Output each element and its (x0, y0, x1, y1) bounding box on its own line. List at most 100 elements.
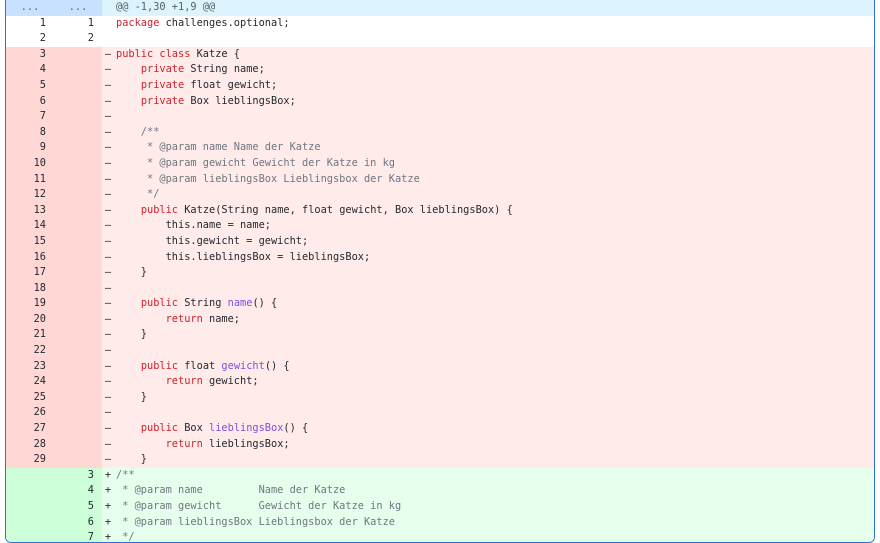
old-line-number[interactable]: 8 (6, 124, 54, 141)
old-line-number[interactable]: 4 (6, 62, 54, 78)
new-line-number[interactable] (54, 93, 102, 110)
new-line-number[interactable] (54, 389, 102, 406)
old-line-number[interactable]: 20 (6, 311, 54, 328)
old-line-number[interactable]: 2 (6, 31, 54, 47)
new-line-number[interactable] (54, 140, 102, 156)
old-line-number[interactable] (6, 530, 54, 542)
new-line-number[interactable] (54, 109, 102, 125)
context-line: 1 1 package challenges.optional; (6, 15, 874, 32)
old-line-number[interactable]: 24 (6, 374, 54, 390)
deleted-line: 7– (6, 109, 874, 125)
old-line-number[interactable]: 22 (6, 343, 54, 359)
old-line-number[interactable]: 14 (6, 218, 54, 234)
new-line-number[interactable] (54, 280, 102, 297)
old-line-number[interactable]: 16 (6, 249, 54, 266)
new-line-number[interactable]: 4 (54, 483, 102, 499)
comment-token: */ (116, 531, 135, 543)
old-line-number[interactable]: 9 (6, 140, 54, 156)
new-line-number[interactable] (54, 124, 102, 141)
new-line-number[interactable] (54, 218, 102, 234)
expand-up-button[interactable]: ... (6, 0, 54, 16)
old-line-number[interactable]: 18 (6, 280, 54, 297)
old-line-number[interactable] (6, 514, 54, 531)
comment-token: * @param name Name der Katze (116, 484, 346, 497)
old-line-number[interactable]: 3 (6, 46, 54, 63)
new-line-number[interactable] (54, 296, 102, 312)
new-line-number[interactable]: 6 (54, 514, 102, 531)
old-line-number[interactable]: 28 (6, 436, 54, 453)
diff-marker (102, 31, 114, 47)
new-line-number[interactable] (54, 452, 102, 468)
code-token: String (178, 297, 228, 310)
diff-marker: – (104, 344, 112, 357)
diff-marker: – (104, 281, 112, 294)
new-line-number[interactable] (54, 327, 102, 344)
old-line-number[interactable]: 5 (6, 77, 54, 94)
old-line-number[interactable]: 23 (6, 358, 54, 375)
expand-down-button[interactable]: ... (54, 0, 102, 16)
new-line-number[interactable] (54, 249, 102, 266)
new-line-number[interactable] (54, 436, 102, 453)
diff-marker: – (104, 94, 112, 107)
new-line-number[interactable] (54, 265, 102, 281)
old-line-number[interactable]: 15 (6, 233, 54, 250)
new-line-number[interactable]: 1 (54, 15, 102, 32)
diff-marker: – (104, 453, 112, 466)
old-line-number[interactable]: 11 (6, 171, 54, 188)
new-line-number[interactable]: 5 (54, 499, 102, 515)
old-line-number[interactable]: 13 (6, 202, 54, 219)
keyword-token: return (165, 375, 203, 388)
keyword-token: public (140, 297, 179, 310)
new-line-number[interactable]: 7 (54, 530, 102, 542)
deleted-line: 8 – /** (6, 124, 874, 141)
old-line-number[interactable]: 21 (6, 327, 54, 344)
old-line-number[interactable]: 26 (6, 405, 54, 422)
old-line-number[interactable]: 19 (6, 296, 54, 312)
added-line: 7 + */ (6, 530, 874, 543)
new-line-number[interactable] (54, 155, 102, 172)
diff-marker: – (104, 156, 112, 169)
new-line-number[interactable] (54, 77, 102, 94)
new-line-number[interactable] (54, 358, 102, 375)
old-line-number[interactable]: 1 (6, 15, 54, 32)
code-text: return name; (114, 312, 874, 328)
old-line-number[interactable] (6, 483, 54, 499)
new-line-number[interactable] (54, 46, 102, 63)
new-line-number[interactable]: 2 (54, 31, 102, 47)
new-line-number[interactable]: 3 (54, 467, 102, 484)
old-line-number[interactable] (6, 467, 54, 484)
new-line-number[interactable] (54, 311, 102, 328)
new-line-number[interactable] (54, 187, 102, 203)
old-line-number[interactable]: 17 (6, 265, 54, 281)
diff-marker: + (104, 515, 112, 528)
new-line-number[interactable] (54, 202, 102, 219)
new-line-number[interactable] (54, 62, 102, 78)
code-token: () { (264, 359, 290, 372)
new-line-number[interactable] (54, 171, 102, 188)
old-line-number[interactable] (6, 499, 54, 515)
code-text: } (114, 265, 874, 281)
diff-marker: – (104, 63, 112, 76)
old-line-number[interactable]: 6 (6, 93, 54, 110)
old-line-number[interactable]: 29 (6, 452, 54, 468)
new-line-number[interactable] (54, 421, 102, 437)
deleted-line: 22 – (6, 343, 874, 359)
old-line-number[interactable]: 27 (6, 421, 54, 437)
old-line-number[interactable]: 10 (6, 155, 54, 172)
code-token: name; (202, 312, 241, 325)
old-line-number[interactable]: 12 (6, 187, 54, 203)
code-token: () { (252, 297, 278, 310)
old-line-number[interactable]: 25 (6, 389, 54, 406)
new-line-number[interactable] (54, 343, 102, 359)
code-text: * @param gewicht Gewicht der Katze in kg (114, 156, 874, 172)
new-line-number[interactable] (54, 233, 102, 250)
deleted-line: 18 – (6, 280, 874, 297)
new-line-number[interactable] (54, 405, 102, 422)
hunk-header-row: ... ... @@ -1,30 +1,9 @@ (6, 0, 874, 16)
new-line-number[interactable] (54, 374, 102, 390)
old-line-number[interactable]: 7 (6, 109, 54, 125)
